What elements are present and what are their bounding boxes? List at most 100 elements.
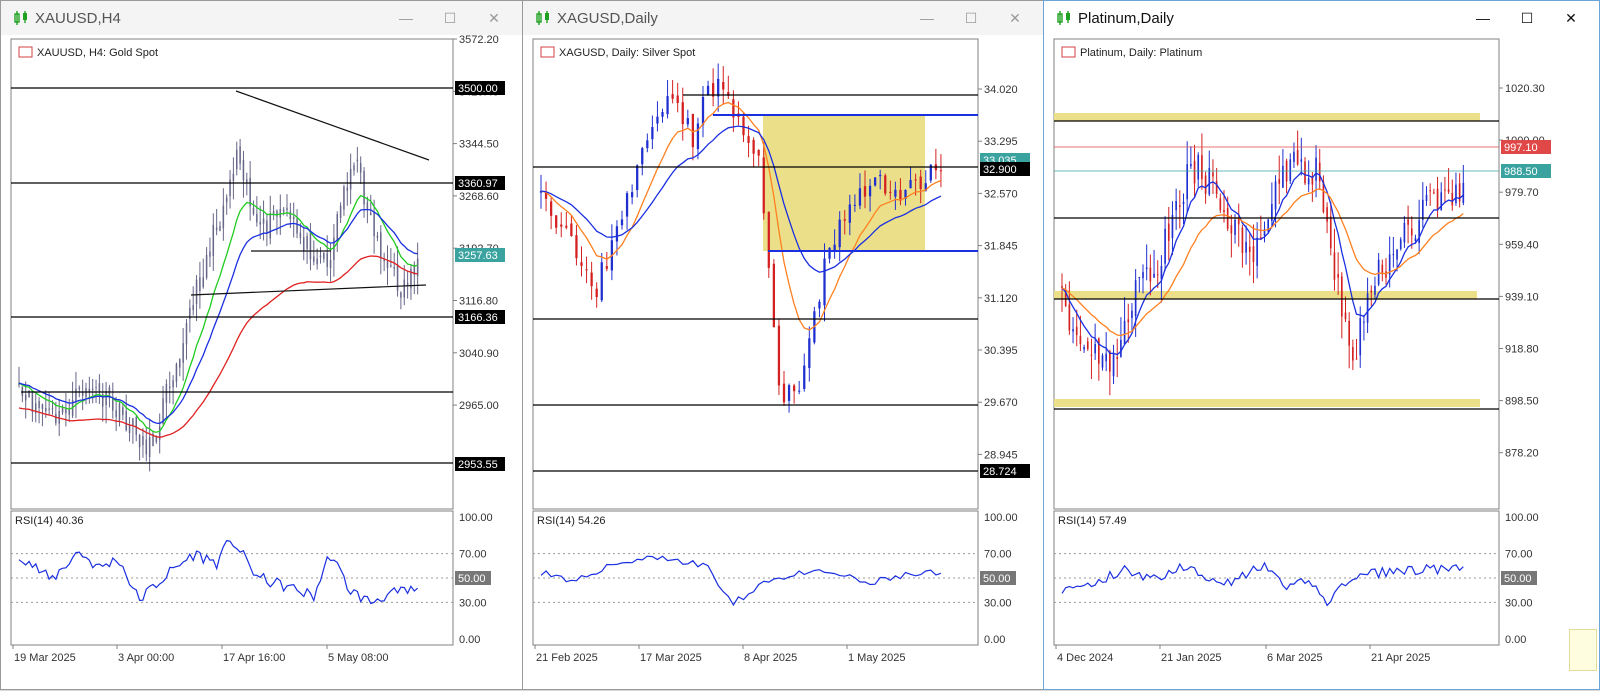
- candle-body: [282, 209, 285, 212]
- price-chart[interactable]: XAGUSD, Daily: Silver Spot 34.020 33.295 32…: [523, 35, 1045, 691]
- candle-body: [1164, 228, 1166, 264]
- candle-body: [1230, 225, 1233, 234]
- candle-body: [1075, 326, 1078, 336]
- chart-window-xauusd[interactable]: XAUUSD,H4 — ☐ ✕ XAUUSD, H4: Gold Spot 357…: [0, 0, 523, 690]
- candle-body: [752, 139, 755, 154]
- candle-body: [199, 277, 201, 291]
- price-label: 3166.36: [458, 312, 498, 324]
- candle-body: [289, 211, 292, 220]
- candle-body: [98, 383, 101, 392]
- close-icon: ✕: [488, 9, 500, 26]
- candle-body: [302, 237, 305, 252]
- price-pane: [1053, 38, 1500, 510]
- minimize-icon: —: [1476, 10, 1490, 26]
- rsi-tick-label: 50.00: [1504, 573, 1532, 585]
- candle-body: [115, 410, 117, 417]
- candle-body: [1282, 165, 1284, 188]
- maximize-button[interactable]: ☐: [1505, 1, 1549, 35]
- candle-body: [269, 213, 272, 239]
- candle-body: [625, 193, 629, 217]
- candle-body: [560, 224, 563, 227]
- candle-body: [808, 338, 811, 368]
- chart-legend-icon: [1061, 46, 1076, 58]
- window-titlebar[interactable]: XAUUSD,H4 — ☐ ✕: [1, 1, 522, 35]
- candle-body: [356, 159, 359, 162]
- chart-window-platinum[interactable]: Platinum,Daily — ☐ ✕ Platinum, Daily: Pl…: [1043, 0, 1600, 690]
- close-button[interactable]: ✕: [993, 1, 1037, 35]
- chart-legend: XAUUSD, H4: Gold Spot: [37, 47, 158, 59]
- candle-body: [112, 398, 114, 411]
- date-label: 3 Apr 00:00: [118, 652, 174, 664]
- price-chart[interactable]: XAUUSD, H4: Gold Spot3572.203420.403344.…: [1, 35, 524, 691]
- candle-body: [24, 394, 27, 401]
- candle-body: [313, 256, 315, 262]
- candle-body: [185, 323, 188, 345]
- candle-body: [259, 222, 261, 225]
- candle-body: [914, 179, 917, 181]
- candle-body: [1101, 355, 1104, 368]
- candle-body: [1208, 168, 1211, 195]
- candle-body: [359, 162, 362, 173]
- candle-body: [38, 400, 40, 409]
- minimize-button[interactable]: —: [905, 1, 949, 35]
- candle-body: [85, 388, 87, 398]
- candle-body: [400, 292, 402, 298]
- window-titlebar[interactable]: XAGUSD,Daily — ☐ ✕: [523, 1, 1043, 35]
- candle-body: [1127, 319, 1130, 323]
- candle-body: [1072, 329, 1074, 332]
- date-label: 21 Apr 2025: [1371, 652, 1430, 664]
- rsi-tick-label: 50.00: [458, 573, 486, 585]
- candle-body: [1134, 280, 1137, 317]
- price-tick-label: 31.845: [984, 241, 1018, 253]
- close-icon: ✕: [1565, 9, 1577, 26]
- rsi-tick-label: 30.00: [1505, 597, 1533, 609]
- resize-grip[interactable]: [1569, 629, 1597, 671]
- candle-body: [884, 175, 887, 194]
- price-chart[interactable]: Platinum, Daily: Platinum1020.301000.009…: [1044, 35, 1600, 691]
- chart-window-xagusd[interactable]: XAGUSD,Daily — ☐ ✕ XAGUSD, Daily: Silver…: [522, 0, 1044, 690]
- candle-body: [135, 417, 138, 435]
- candle-body: [879, 174, 882, 177]
- minimize-button[interactable]: —: [1461, 1, 1505, 35]
- candle-body: [390, 265, 392, 267]
- close-button[interactable]: ✕: [1549, 1, 1593, 35]
- candle-body: [595, 288, 598, 298]
- candle-body: [1109, 351, 1111, 372]
- candle-body: [803, 365, 806, 389]
- close-button[interactable]: ✕: [472, 1, 516, 35]
- candle-body: [1131, 310, 1133, 318]
- candle-body: [349, 168, 352, 190]
- maximize-button[interactable]: ☐: [949, 1, 993, 35]
- candle-body: [309, 232, 312, 260]
- candle-body: [1094, 344, 1096, 354]
- candle-body: [777, 325, 781, 386]
- window-titlebar[interactable]: Platinum,Daily — ☐ ✕: [1044, 1, 1599, 35]
- price-tick-label: 918.80: [1505, 344, 1539, 356]
- candle-body: [142, 436, 144, 446]
- candle-body: [1278, 179, 1281, 184]
- window-title: XAUUSD,H4: [35, 9, 121, 27]
- candle-body: [125, 411, 127, 431]
- candle-body: [229, 179, 231, 197]
- window-title: Platinum,Daily: [1078, 9, 1174, 27]
- candle-body: [323, 253, 325, 259]
- rsi-tick-label: 0.00: [984, 634, 1005, 646]
- price-tick-label: 32.570: [984, 188, 1018, 200]
- candle-body: [1326, 207, 1328, 222]
- candle-body: [1215, 181, 1218, 194]
- price-label: 2953.55: [458, 459, 498, 471]
- maximize-button[interactable]: ☐: [428, 1, 472, 35]
- candle-body: [1256, 237, 1258, 266]
- date-label: 6 Mar 2025: [1267, 652, 1323, 664]
- price-tick-label: 28.945: [984, 449, 1018, 461]
- price-label: 988.50: [1504, 166, 1538, 178]
- candle-body: [671, 94, 674, 99]
- candle-body: [843, 219, 846, 221]
- rsi-tick-label: 0.00: [459, 634, 480, 646]
- candle-body: [919, 176, 922, 190]
- price-label: 28.724: [983, 466, 1017, 478]
- minimize-button[interactable]: —: [384, 1, 428, 35]
- candle-body: [1385, 271, 1387, 278]
- candle-body: [742, 116, 745, 136]
- support-resistance-zone: [1054, 113, 1480, 121]
